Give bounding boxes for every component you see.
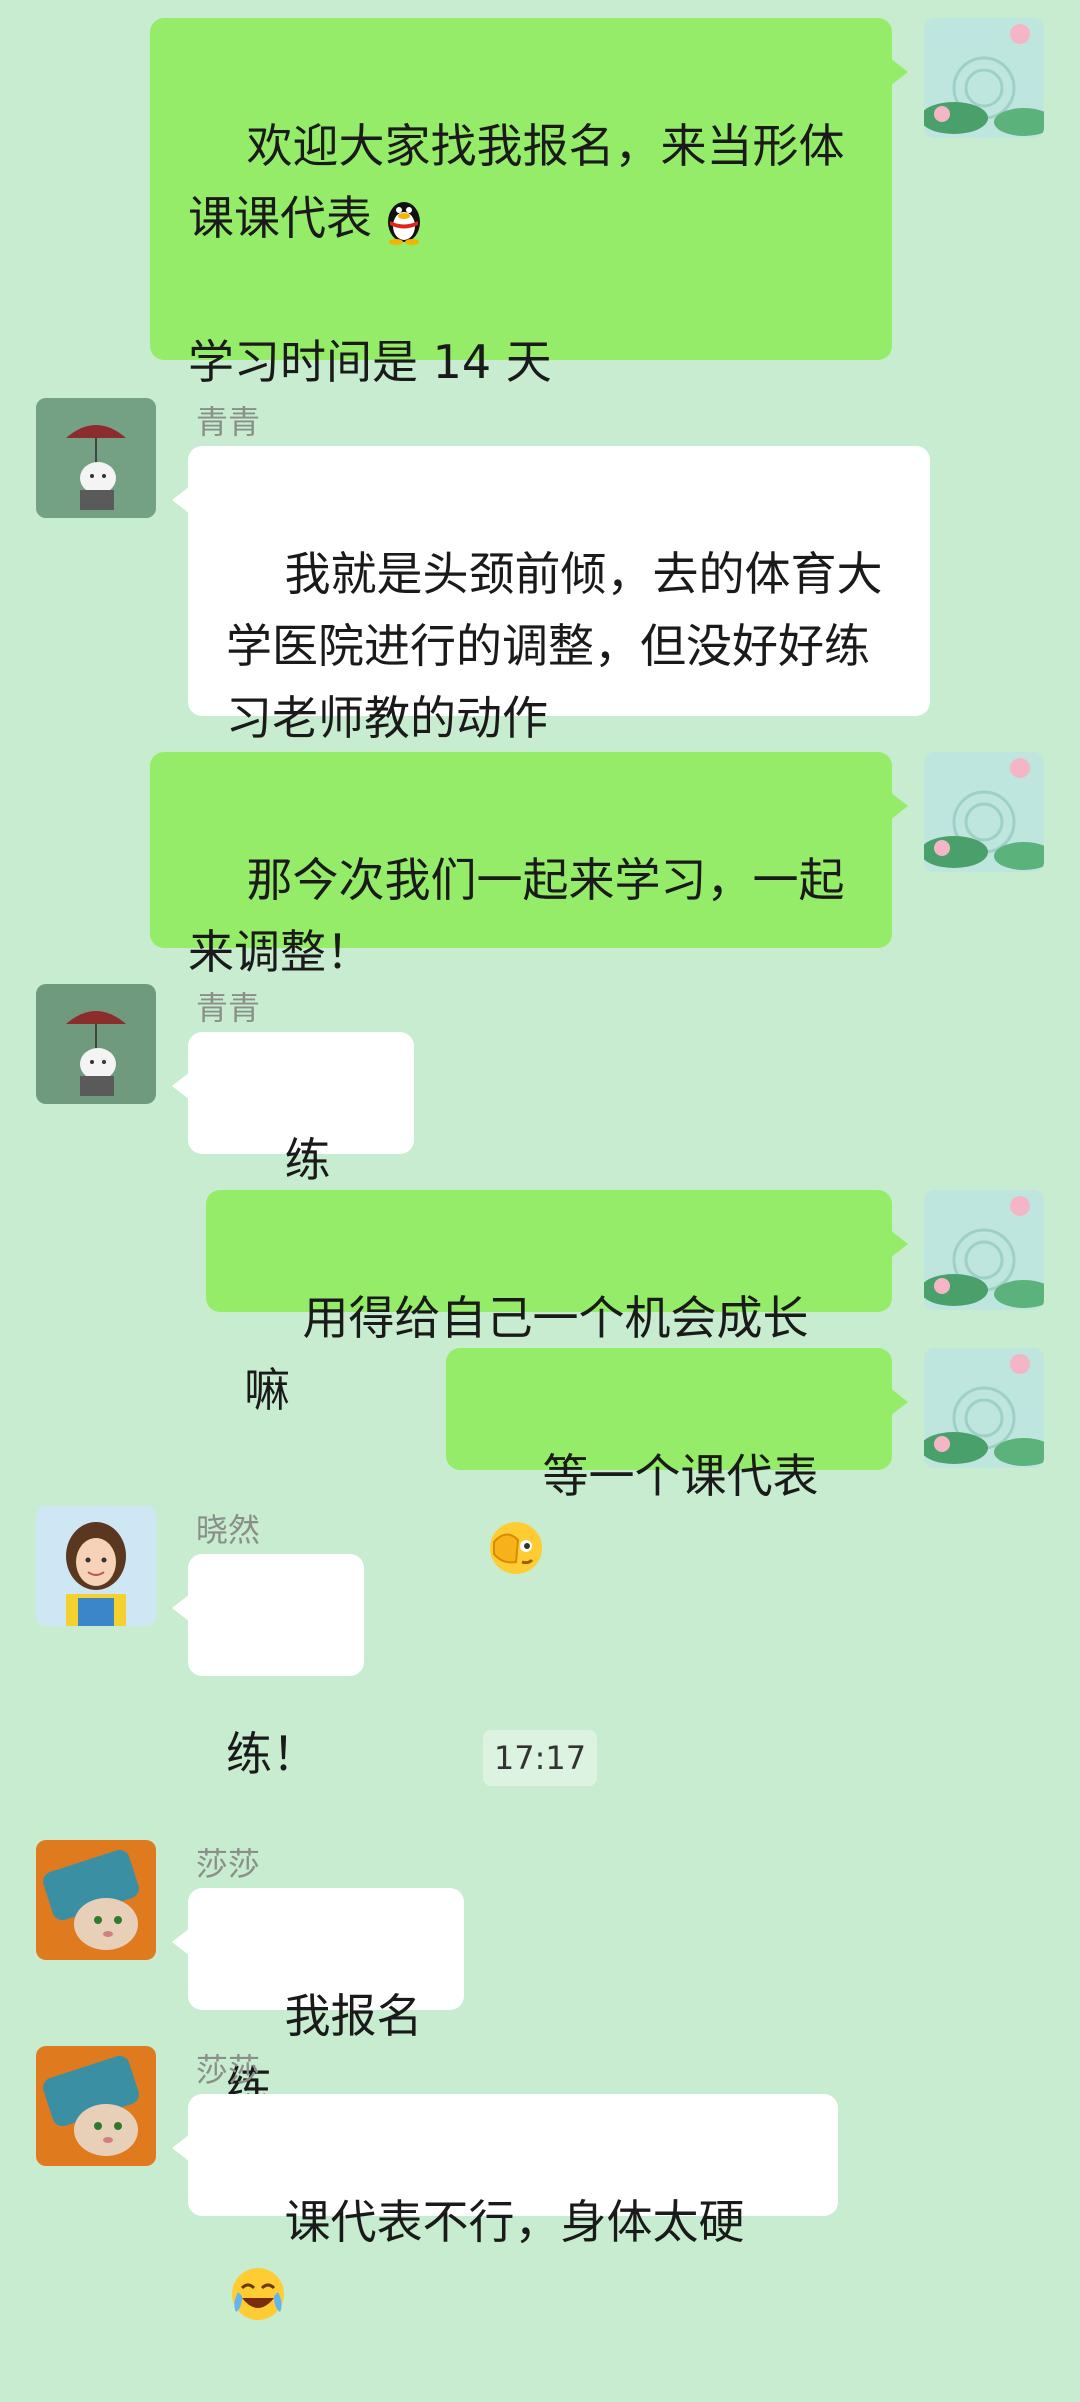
my-avatar[interactable]: [924, 752, 1044, 872]
lotus-pond-icon: [924, 1348, 1044, 1468]
message-text: 我就是头颈前倾，去的体育大学医院进行的调整，但没好好练习老师教的动作: [226, 547, 883, 745]
sender-name: 青青: [196, 403, 261, 441]
chat-area[interactable]: 欢迎大家找我报名，来当形体课课代表 学习时间是 14 天 青青 我就是头颈前倾，…: [0, 0, 1080, 2320]
message-text: 欢迎大家找我报名，来当形体课课代表: [188, 119, 845, 245]
my-avatar[interactable]: [924, 18, 1044, 138]
lotus-pond-icon: [924, 18, 1044, 138]
avatar-xiaoran[interactable]: [36, 1506, 156, 1626]
cat-cartoon-icon: [36, 2046, 156, 2166]
message-bubble-other[interactable]: 我报名练: [172, 1888, 464, 2115]
sender-name: 莎莎: [196, 2051, 261, 2089]
lotus-pond-icon: [924, 1190, 1044, 1310]
girl-photo-icon: [36, 1506, 156, 1626]
my-avatar[interactable]: [924, 1348, 1044, 1468]
message-bubble-other[interactable]: 练！: [172, 1554, 364, 1781]
avatar-shasha[interactable]: [36, 1840, 156, 1960]
sender-name: 青青: [196, 989, 261, 1027]
lotus-pond-icon: [924, 752, 1044, 872]
message-bubble-me[interactable]: 等一个课代表: [446, 1348, 908, 1574]
message-bubble-other[interactable]: 课代表不行，身体太硬: [172, 2094, 838, 2320]
sender-name: 晓然: [196, 1511, 261, 1549]
timestamp: 17:17: [483, 1730, 597, 1786]
message-text: 练！: [226, 1727, 318, 1781]
message-text-line2: 学习时间是 14 天: [188, 335, 552, 389]
umbrella-cat-icon: [36, 984, 156, 1104]
message-text: 那今次我们一起来学习，一起来调整！: [188, 853, 845, 979]
message-bubble-me[interactable]: 用得给自己一个机会成长嘛: [206, 1190, 908, 1417]
message-text: 课代表不行，身体太硬: [284, 2195, 745, 2249]
message-bubble-me[interactable]: 那今次我们一起来学习，一起来调整！: [150, 752, 908, 979]
cat-cartoon-icon: [36, 1840, 156, 1960]
avatar-shasha[interactable]: [36, 2046, 156, 2166]
facepalm-peek-icon: [486, 1518, 546, 1578]
umbrella-cat-icon: [36, 398, 156, 518]
qq-penguin-icon: [374, 188, 434, 248]
my-avatar[interactable]: [924, 1190, 1044, 1310]
message-bubble-other[interactable]: 练起！: [172, 1032, 414, 1259]
sender-name: 莎莎: [196, 1845, 261, 1883]
message-bubble-me[interactable]: 欢迎大家找我报名，来当形体课课代表 学习时间是 14 天: [150, 18, 908, 389]
avatar-qingqing[interactable]: [36, 984, 156, 1104]
message-text: 等一个课代表: [542, 1449, 819, 1503]
message-bubble-other[interactable]: 我就是头颈前倾，去的体育大学医院进行的调整，但没好好练习老师教的动作: [172, 446, 930, 745]
avatar-qingqing[interactable]: [36, 398, 156, 518]
crying-laughing-icon: [228, 2264, 288, 2324]
